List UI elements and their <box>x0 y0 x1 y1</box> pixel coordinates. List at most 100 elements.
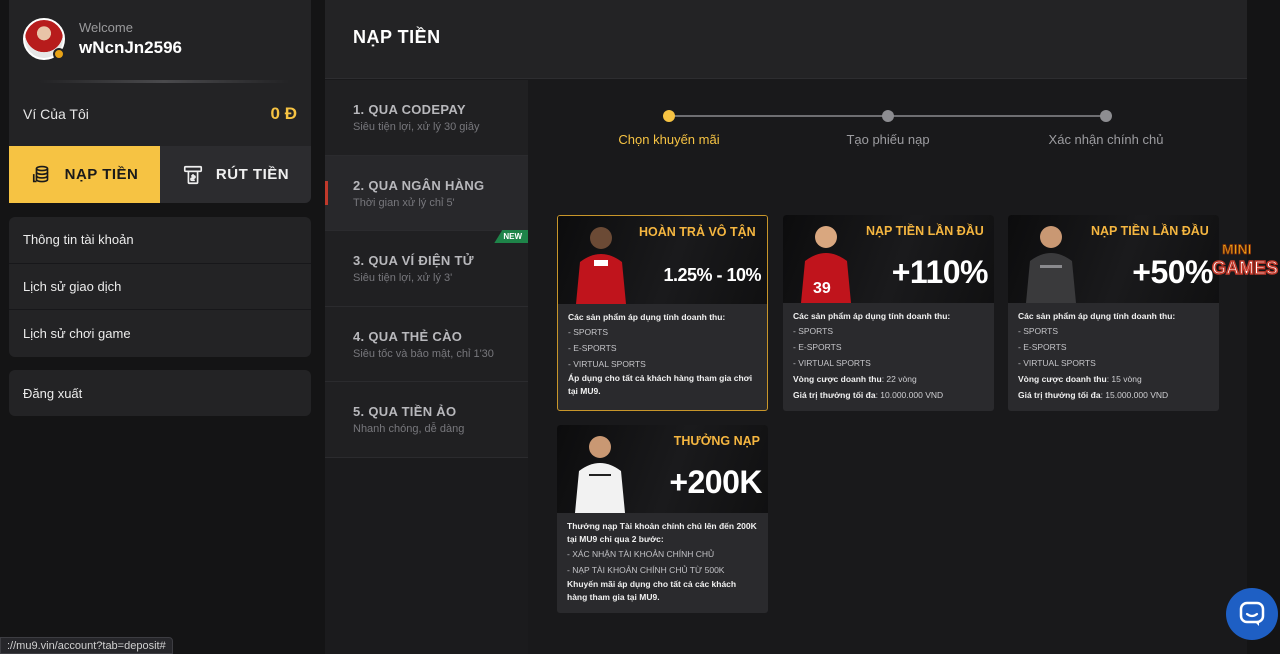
promo-item: - E-SPORTS <box>1018 341 1067 352</box>
promo-title: THƯỞNG NẠP <box>673 434 760 448</box>
promo-item: - VIRTUAL SPORTS <box>568 359 646 370</box>
status-bar-url: ://mu9.vin/account?tab=deposit# <box>0 637 173 654</box>
promo-value: +200K <box>669 464 762 500</box>
promo-banner: 39 NẠP TIỀN LẦN ĐẦU +110% <box>783 215 994 303</box>
stepper: Chọn khuyến mãi Tạo phiếu nạp Xác nhận c… <box>529 80 1247 160</box>
promo-value: +110% <box>891 254 989 290</box>
divider <box>39 80 289 83</box>
deposit-tab-button[interactable]: NẠP TIỀN <box>9 146 160 203</box>
step-dot-3 <box>1100 110 1112 122</box>
promo-banner: NẠP TIỀN LẦN ĐẦU +50% <box>1008 215 1219 303</box>
promo-content: Chọn khuyến mãi Tạo phiếu nạp Xác nhận c… <box>529 80 1247 654</box>
page-title: NẠP TIỀN <box>353 27 441 47</box>
deposit-methods: 1. QUA CODEPAY Siêu tiện lợi, xử lý 30 g… <box>325 80 528 654</box>
promo-item: - SPORTS <box>793 325 833 336</box>
promo-details: Các sản phẩm áp dụng tính doanh thu: - S… <box>558 304 767 406</box>
promo-heading: Các sản phẩm áp dụng tính doanh thu: <box>1018 311 1176 321</box>
method-title: 1. QUA CODEPAY <box>353 102 466 117</box>
promo-heading: Các sản phẩm áp dụng tính doanh thu: <box>793 311 951 321</box>
player-image <box>575 436 625 513</box>
withdraw-tab-button[interactable]: RÚT TIỀN <box>160 146 311 203</box>
minigames-logo[interactable]: MINI GAMES <box>1212 238 1280 280</box>
wager-value: : 15 vòng <box>1106 374 1142 385</box>
step-dot-1 <box>663 110 675 122</box>
method-title: 5. QUA TIỀN ẢO <box>353 404 457 419</box>
promo-item: - VIRTUAL SPORTS <box>1018 358 1096 369</box>
svg-text:MINI: MINI <box>1222 241 1252 257</box>
wallet-label: Ví Của Tôi <box>23 106 89 122</box>
withdraw-tab-label: RÚT TIỀN <box>215 166 290 183</box>
promo-card-first-deposit-110[interactable]: 39 NẠP TIỀN LẦN ĐẦU +110% Các sản phẩm á… <box>783 215 994 411</box>
method-codepay[interactable]: 1. QUA CODEPAY Siêu tiện lợi, xử lý 30 g… <box>325 80 528 156</box>
promo-details: Các sản phẩm áp dụng tính doanh thu: - S… <box>1008 303 1219 411</box>
max-label: Giá trị thưởng tối đa <box>793 390 876 401</box>
promo-value: 1.25% - 10% <box>663 265 761 285</box>
username: wNcnJn2596 <box>79 38 182 57</box>
method-subtitle: Nhanh chóng, dễ dàng <box>353 423 465 435</box>
promo-wager: Vòng cược doanh thu: 15 vòng <box>1018 371 1209 387</box>
promo-title: NẠP TIỀN LẦN ĐẦU <box>1091 224 1209 238</box>
sidebar: Welcome wNcnJn2596 Ví Của Tôi 0 Đ NẠP TI… <box>0 0 320 654</box>
method-scratch-card[interactable]: 4. QUA THẺ CÀO Siêu tốc và bảo mật, chỉ … <box>325 306 528 382</box>
method-crypto[interactable]: 5. QUA TIỀN ẢO Nhanh chóng, dễ dàng <box>325 382 528 458</box>
cash-withdraw-icon <box>183 165 202 184</box>
deposit-tab-label: NẠP TIỀN <box>64 166 139 183</box>
new-badge: NEW <box>494 230 528 243</box>
promo-heading: Thưởng nạp Tài khoản chính chủ lên đến 2… <box>567 521 757 544</box>
method-bank[interactable]: 2. QUA NGÂN HÀNG Thời gian xử lý chỉ 5' <box>325 155 528 231</box>
promo-card-deposit-bonus-200k[interactable]: THƯỞNG NẠP +200K Thưởng nạp Tài khoản ch… <box>557 425 768 613</box>
avatar-warning-icon <box>53 48 65 60</box>
promo-card-first-deposit-50[interactable]: NẠP TIỀN LẦN ĐẦU +50% Các sản phẩm áp dụ… <box>1008 215 1219 411</box>
chat-bubble-icon <box>1239 601 1265 626</box>
method-subtitle: Thời gian xử lý chỉ 5' <box>353 196 455 209</box>
wager-label: Vòng cược doanh thu <box>793 374 882 385</box>
step-label-ticket: Tạo phiếu nạp <box>846 132 930 147</box>
main-header: NẠP TIỀN <box>325 0 1247 79</box>
logout-button[interactable]: Đăng xuất <box>9 370 311 416</box>
menu-item-account-info[interactable]: Thông tin tài khoản <box>9 217 311 264</box>
step-dot-2 <box>882 110 894 122</box>
step-label-promo: Chọn khuyến mãi <box>618 132 720 147</box>
promo-item: - NẠP TÀI KHOẢN CHÍNH CHỦ TỪ 500K <box>567 564 725 575</box>
promo-title: HOÀN TRẢ VÔ TẬN <box>639 225 756 239</box>
promo-item: - SPORTS <box>1018 325 1058 336</box>
method-ewallet[interactable]: NEW 3. QUA VÍ ĐIỆN TỬ Siêu tiện lợi, xử … <box>325 230 528 307</box>
promo-item: - E-SPORTS <box>568 342 617 353</box>
menu-item-transaction-history[interactable]: Lịch sử giao dịch <box>9 264 311 310</box>
promo-banner: HOÀN TRẢ VÔ TẬN 1.25% - 10% <box>558 216 767 304</box>
method-title: 2. QUA NGÂN HÀNG <box>353 177 485 193</box>
promo-item: - XÁC NHẬN TÀI KHOẢN CHÍNH CHỦ <box>567 548 715 559</box>
wager-value: : 22 vòng <box>881 374 917 385</box>
welcome-text: Welcome <box>79 20 133 35</box>
method-title: 4. QUA THẺ CÀO <box>353 328 463 344</box>
promo-details: Thưởng nạp Tài khoản chính chủ lên đến 2… <box>557 513 768 611</box>
wallet-balance: 0 Đ <box>270 104 297 123</box>
promo-item: - SPORTS <box>568 326 608 337</box>
svg-text:39: 39 <box>813 280 831 297</box>
method-subtitle: Siêu tốc và bảo mật, chỉ 1'30 <box>353 347 494 360</box>
promo-heading: Các sản phẩm áp dụng tính doanh thu: <box>568 312 726 322</box>
page: Welcome wNcnJn2596 Ví Của Tôi 0 Đ NẠP TI… <box>0 0 1280 654</box>
wager-label: Vòng cược doanh thu <box>1018 374 1107 385</box>
promo-max: Giá trị thưởng tối đa: 15.000.000 VND <box>1018 387 1209 403</box>
method-title: 3. QUA VÍ ĐIỆN TỬ <box>353 253 474 268</box>
method-subtitle: Siêu tiện lợi, xử lý 3' <box>353 272 453 284</box>
max-label: Giá trị thưởng tối đa <box>1018 390 1101 401</box>
promo-note: Áp dụng cho tất cả khách hàng tham gia c… <box>568 373 753 396</box>
menu-item-game-history[interactable]: Lịch sử chơi game <box>9 310 311 357</box>
player-image: 39 <box>801 226 851 303</box>
promo-value: +50% <box>1132 254 1213 290</box>
player-image <box>576 227 626 304</box>
method-subtitle: Siêu tiện lợi, xử lý 30 giây <box>353 121 480 133</box>
promo-item: - E-SPORTS <box>793 341 842 352</box>
coins-icon <box>32 165 48 182</box>
promo-title: NẠP TIỀN LẦN ĐẦU <box>866 224 984 238</box>
step-label-verify: Xác nhận chính chủ <box>1048 132 1164 147</box>
main-panel: NẠP TIỀN 1. QUA CODEPAY Siêu tiện lợi, x… <box>325 0 1247 654</box>
chat-button[interactable] <box>1226 588 1278 640</box>
account-menu: Thông tin tài khoản Lịch sử giao dịch Lị… <box>9 217 311 357</box>
player-image <box>1026 226 1076 303</box>
promo-details: Các sản phẩm áp dụng tính doanh thu: - S… <box>783 303 994 411</box>
promo-card-cashback[interactable]: HOÀN TRẢ VÔ TẬN 1.25% - 10% Các sản phẩm… <box>557 215 768 411</box>
max-value: : 10.000.000 VND <box>875 390 944 401</box>
